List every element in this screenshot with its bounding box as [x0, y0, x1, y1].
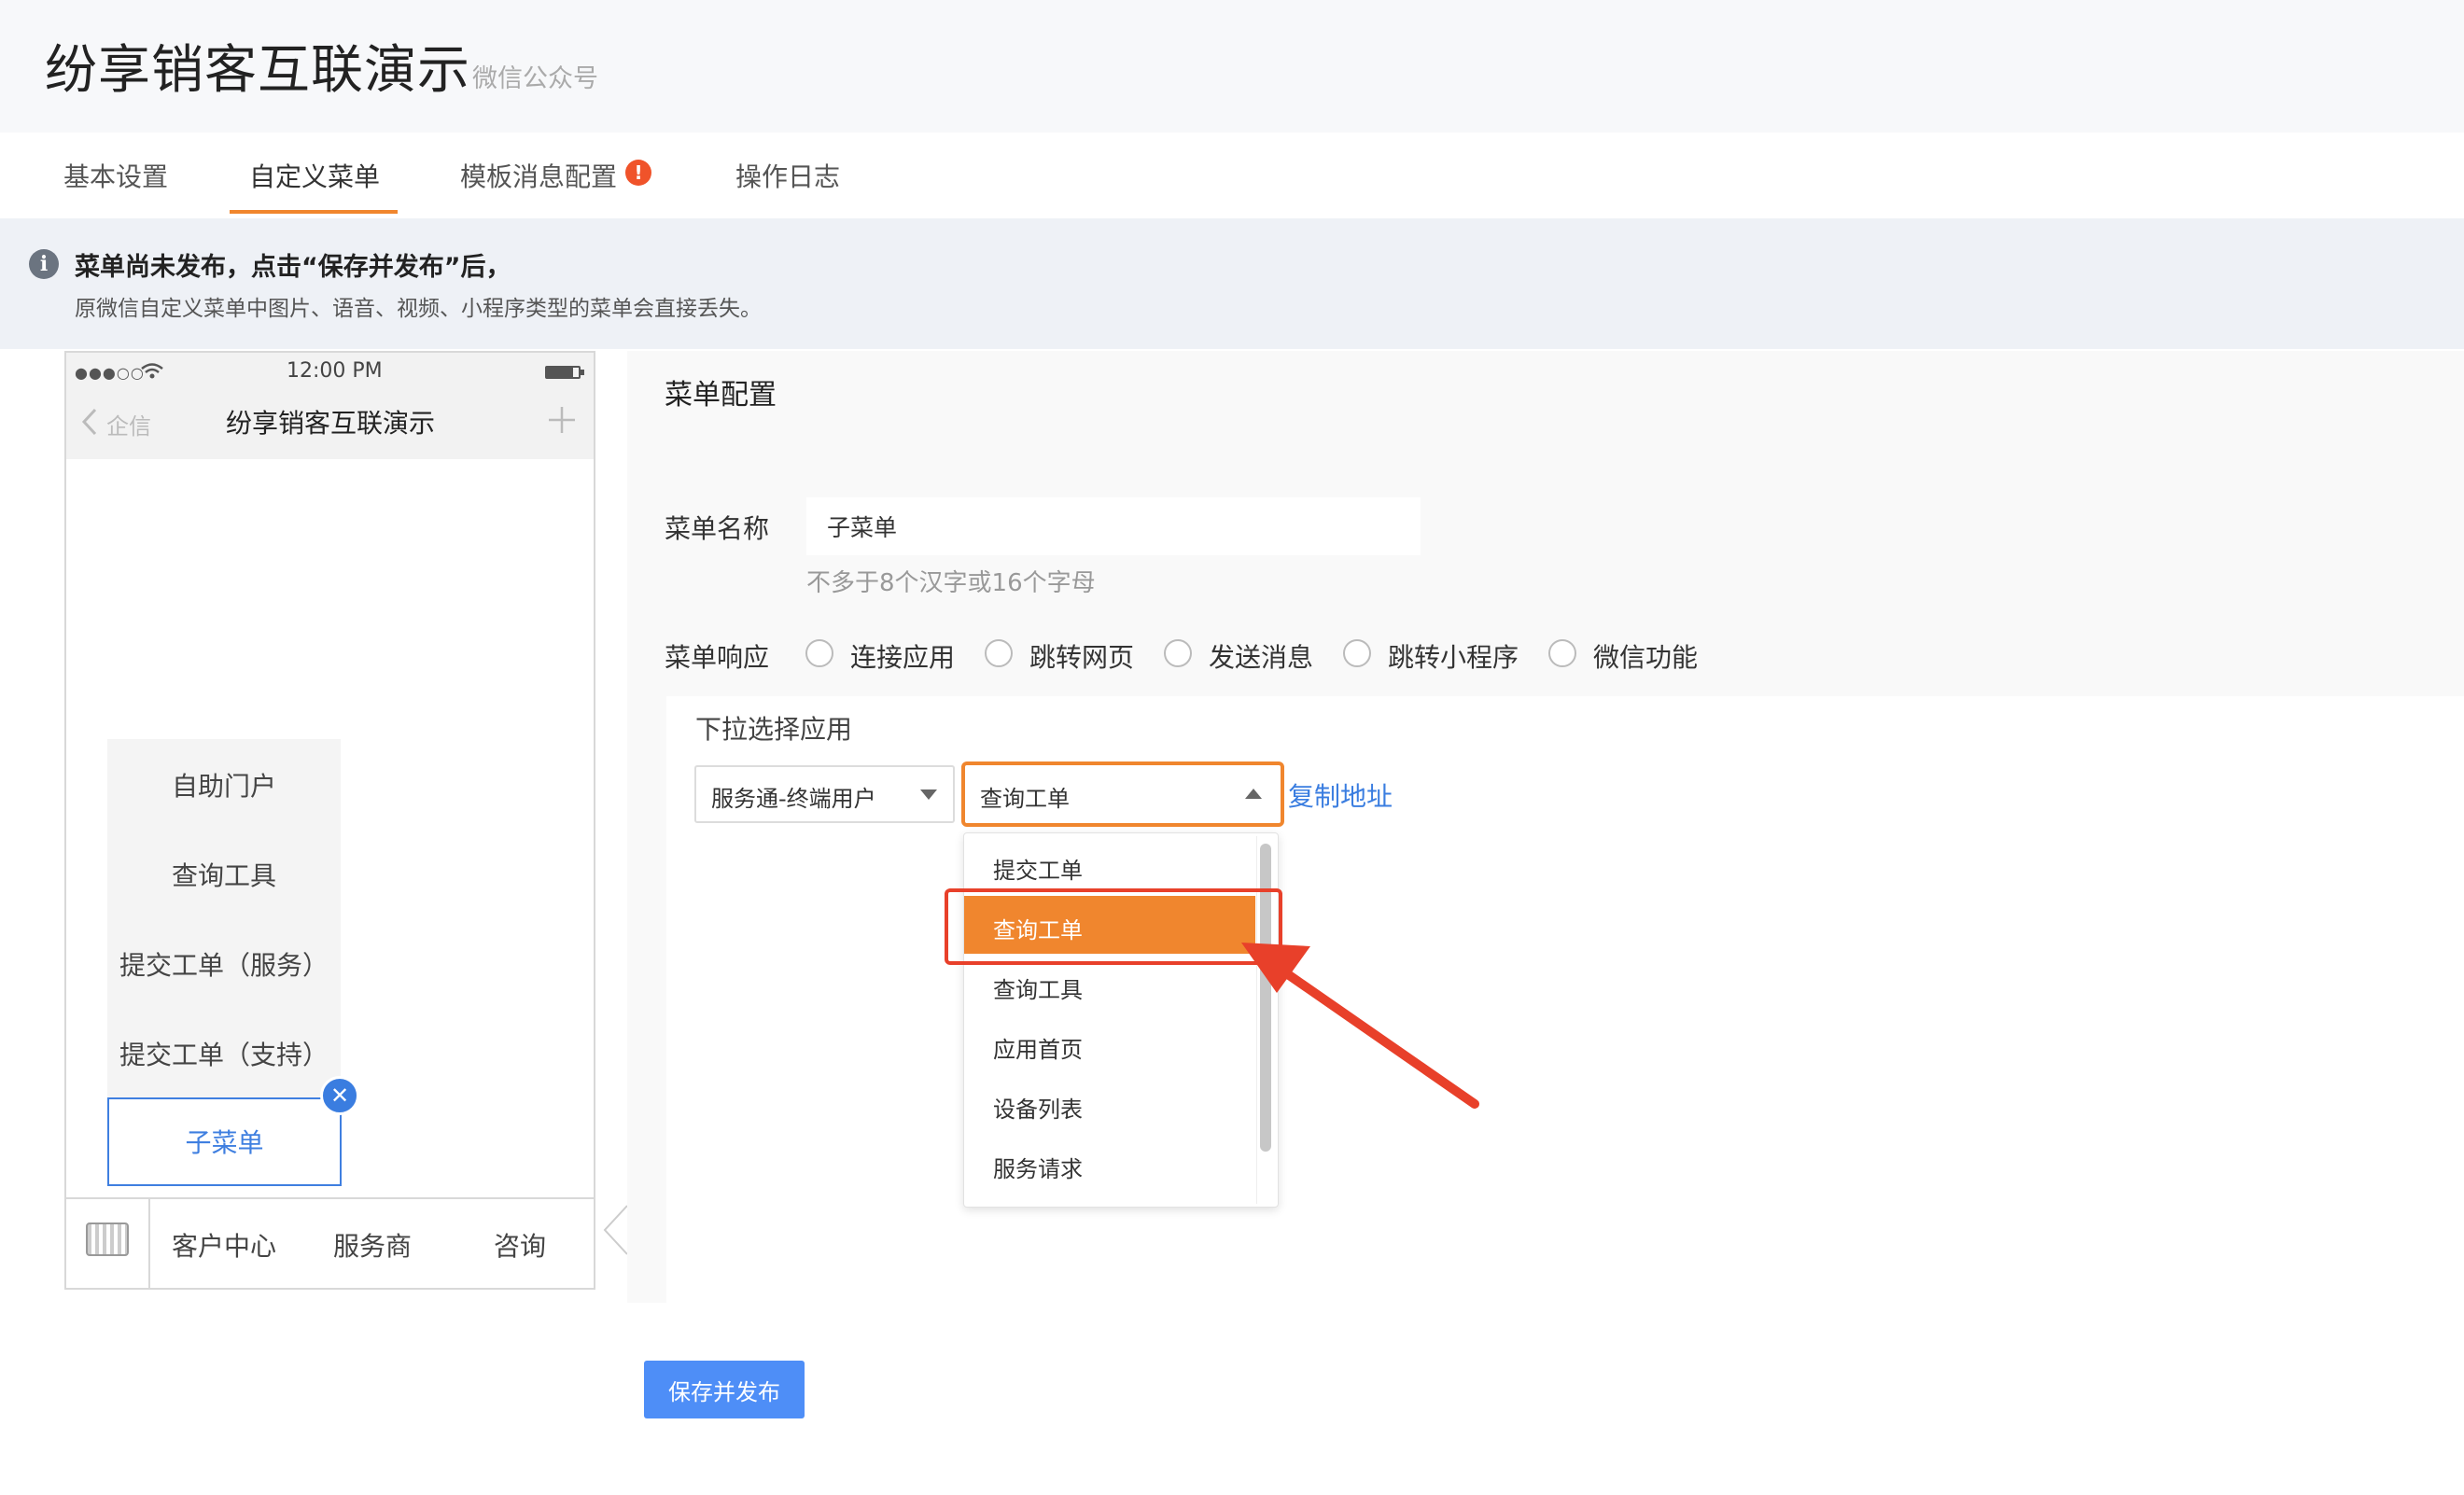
- dropdown-option[interactable]: 设备列表: [993, 1091, 1083, 1124]
- dropdown-option[interactable]: 查询工具: [993, 971, 1083, 1004]
- submenu-item[interactable]: 查询工具: [107, 856, 341, 893]
- app-select-title: 下拉选择应用: [695, 714, 853, 745]
- dropdown-option[interactable]: 应用首页: [993, 1031, 1083, 1064]
- page-subtitle: 微信公众号: [472, 64, 598, 93]
- tabbar-divider: [148, 1199, 150, 1288]
- submenu-item[interactable]: 提交工单（服务）: [107, 945, 341, 983]
- app-page-value: 查询工单: [980, 786, 1070, 812]
- notice-banner: [0, 218, 2464, 349]
- radio-connect-app[interactable]: [805, 639, 833, 667]
- radio-label[interactable]: 发送消息: [1209, 637, 1313, 675]
- radio-label[interactable]: 跳转网页: [1029, 637, 1134, 675]
- annotation-highlight-box: [945, 888, 1282, 965]
- wifi-icon: [141, 363, 163, 379]
- radio-mini-program[interactable]: [1343, 639, 1371, 667]
- tabbar-item-customer-center[interactable]: 客户中心: [172, 1226, 276, 1264]
- submenu-item[interactable]: 提交工单（支持）: [107, 1035, 341, 1072]
- copy-address-link[interactable]: 复制地址: [1288, 776, 1393, 814]
- menu-name-input[interactable]: [806, 497, 1421, 555]
- battery-level: [547, 368, 573, 377]
- back-label[interactable]: 企信: [106, 408, 151, 440]
- caret-down-icon: [920, 789, 937, 800]
- notice-description: 原微信自定义菜单中图片、语音、视频、小程序类型的菜单会直接丢失。: [75, 297, 762, 321]
- plus-icon[interactable]: [547, 405, 577, 435]
- radio-label[interactable]: 连接应用: [850, 637, 955, 675]
- tab-template-message[interactable]: 模板消息配置: [460, 157, 617, 194]
- status-time: 12:00 PM: [287, 359, 383, 383]
- page-title: 纷享销客互联演示: [45, 40, 470, 101]
- chevron-left-icon[interactable]: [80, 407, 99, 437]
- menu-response-label: 菜单响应: [665, 642, 770, 673]
- notice-title: 菜单尚未发布，点击“保存并发布”后，: [75, 253, 511, 282]
- dropdown-option[interactable]: 服务请求: [993, 1151, 1083, 1183]
- info-icon: i: [29, 249, 59, 279]
- menu-name-label: 菜单名称: [665, 513, 770, 544]
- radio-label[interactable]: 微信功能: [1593, 637, 1698, 675]
- tabbar-item-service-provider[interactable]: 服务商: [333, 1226, 412, 1264]
- app-category-value: 服务通-终端用户: [711, 786, 876, 812]
- panel-pointer-icon: [603, 1205, 628, 1255]
- config-title: 菜单配置: [665, 379, 777, 412]
- radio-send-message[interactable]: [1164, 639, 1192, 667]
- remove-icon[interactable]: ✕: [320, 1076, 359, 1115]
- menu-name-hint: 不多于8个汉字或16个字母: [806, 569, 1096, 597]
- tab-custom-menu[interactable]: 自定义菜单: [249, 157, 380, 194]
- radio-jump-webpage[interactable]: [985, 639, 1013, 667]
- radio-label[interactable]: 跳转小程序: [1388, 637, 1519, 675]
- radio-wechat-function[interactable]: [1548, 639, 1576, 667]
- active-tab-indicator: [230, 210, 398, 214]
- submenu-selected-label: 子菜单: [185, 1127, 264, 1158]
- submenu-item[interactable]: 自助门户: [107, 766, 341, 803]
- tab-operation-log[interactable]: 操作日志: [735, 157, 840, 194]
- tabbar-item-consult[interactable]: 咨询: [494, 1226, 546, 1264]
- caret-up-icon: [1245, 789, 1262, 799]
- warning-badge-icon: !: [625, 160, 651, 186]
- battery-tip: [581, 370, 584, 375]
- keyboard-icon[interactable]: [86, 1223, 129, 1256]
- tab-basic-settings[interactable]: 基本设置: [63, 157, 168, 194]
- phone-title: 纷享销客互联演示: [226, 408, 436, 439]
- dropdown-option[interactable]: 提交工单: [993, 852, 1083, 885]
- save-publish-button[interactable]: 保存并发布: [644, 1361, 805, 1418]
- signal-icon: ●●●○○: [75, 364, 145, 382]
